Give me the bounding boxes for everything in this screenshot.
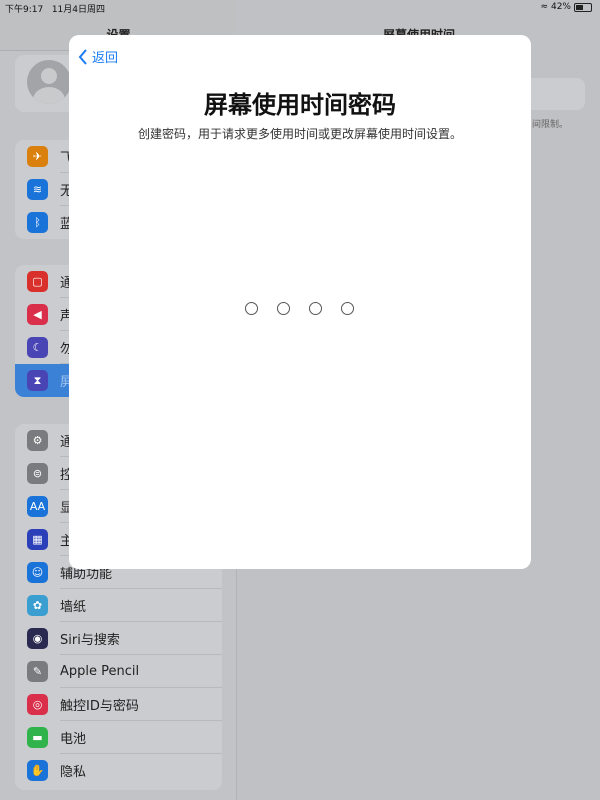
wallpaper-icon: ✿ bbox=[27, 595, 48, 616]
battery-icon bbox=[574, 2, 592, 12]
sidebar-item[interactable]: ◉ Siri与搜索 bbox=[15, 622, 222, 655]
sound-icon: ◀ bbox=[27, 304, 48, 325]
sidebar-item[interactable]: ◎ 触控ID与密码 bbox=[15, 688, 222, 721]
passcode-dot bbox=[277, 302, 290, 315]
chevron-left-icon bbox=[78, 48, 87, 65]
passcode-field[interactable] bbox=[245, 302, 354, 315]
toggles-icon: ⊜ bbox=[27, 463, 48, 484]
home-screen-icon: ▦ bbox=[27, 529, 48, 550]
wifi-icon: ≋ bbox=[27, 179, 48, 200]
accessibility-icon: ☺ bbox=[27, 562, 48, 583]
sidebar-item[interactable]: ✿ 墙纸 bbox=[15, 589, 222, 622]
notifications-icon: ▢ bbox=[27, 271, 48, 292]
airplane-icon: ✈ bbox=[27, 146, 48, 167]
sidebar-item-label: 墙纸 bbox=[60, 600, 87, 615]
detail-note: 间限制。 bbox=[532, 120, 569, 130]
passcode-dot bbox=[341, 302, 354, 315]
hand-icon: ✋ bbox=[27, 760, 48, 781]
sidebar-item[interactable]: ▬ 电池 bbox=[15, 721, 222, 754]
modal-title: 屏幕使用时间密码 bbox=[204, 91, 396, 119]
sidebar-item-label: 电池 bbox=[60, 732, 87, 747]
siri-icon: ◉ bbox=[27, 628, 48, 649]
gear-icon: ⚙ bbox=[27, 430, 48, 451]
display-icon: AA bbox=[27, 496, 48, 517]
hourglass-icon: ⧗ bbox=[27, 370, 48, 391]
moon-icon: ☾ bbox=[27, 337, 48, 358]
battery-icon: ▬ bbox=[27, 727, 48, 748]
sidebar-item-label: 触控ID与密码 bbox=[60, 699, 139, 714]
status-date: 11月4日周四 bbox=[51, 5, 105, 15]
sidebar-item-label: Apple Pencil bbox=[60, 664, 140, 679]
sidebar-item[interactable]: ✎ Apple Pencil bbox=[15, 655, 222, 688]
bluetooth-icon: ᛒ bbox=[27, 212, 48, 233]
sidebar-item-label: Siri与搜索 bbox=[60, 633, 120, 648]
pencil-icon: ✎ bbox=[27, 661, 48, 682]
sidebar-item-label: 隐私 bbox=[60, 765, 87, 780]
modal-subtitle: 创建密码，用于请求更多使用时间或更改屏幕使用时间设置。 bbox=[137, 127, 462, 141]
avatar bbox=[27, 60, 71, 104]
battery-percent: 42% bbox=[550, 2, 571, 12]
passcode-modal: 返回 屏幕使用时间密码 创建密码，用于请求更多使用时间或更改屏幕使用时间设置。 bbox=[69, 35, 531, 569]
fingerprint-icon: ◎ bbox=[27, 694, 48, 715]
status-time: 下午9:17 bbox=[5, 5, 44, 15]
back-label: 返回 bbox=[92, 51, 119, 66]
wifi-icon: ≈ bbox=[540, 2, 548, 12]
passcode-dot bbox=[309, 302, 322, 315]
passcode-dot bbox=[245, 302, 258, 315]
sidebar-item[interactable]: ✋ 隐私 bbox=[15, 754, 222, 787]
back-button[interactable]: 返回 bbox=[78, 47, 118, 66]
status-bar: 下午9:17 11月4日周四 ≈42% bbox=[0, 0, 600, 16]
